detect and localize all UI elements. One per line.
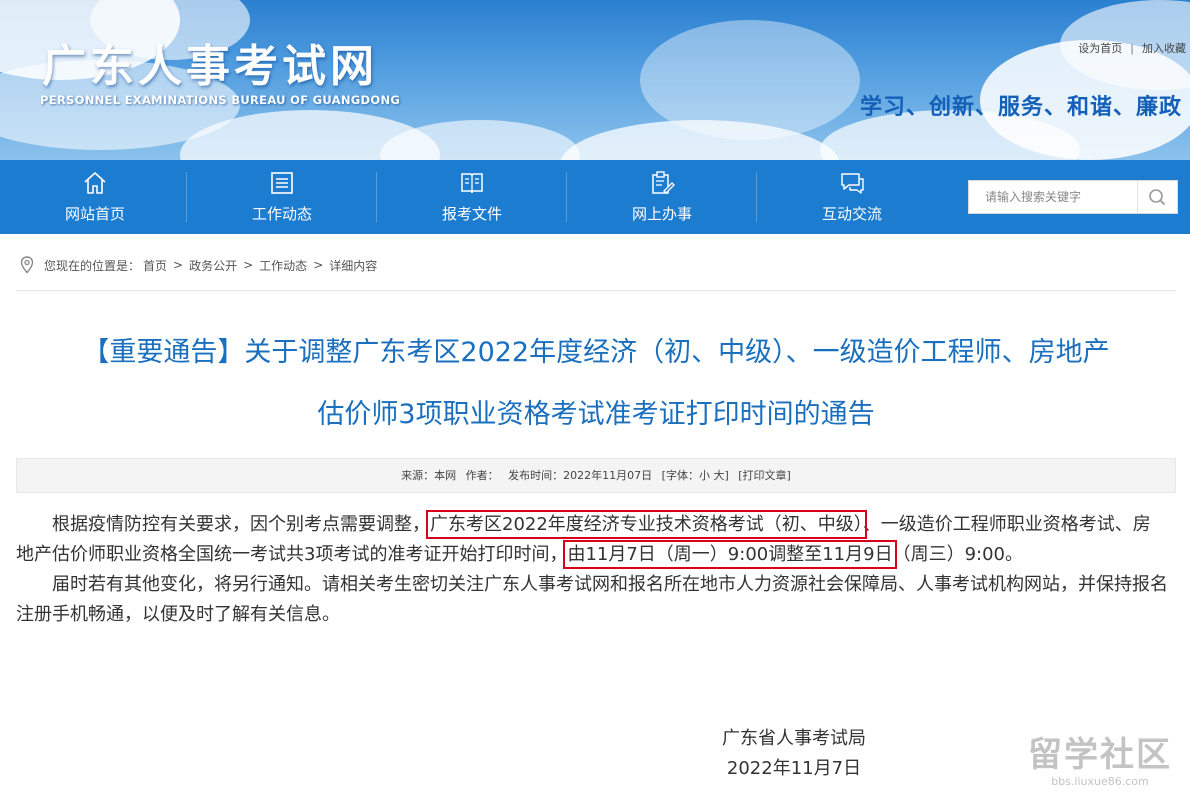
para1-text-c: （周三）9:00。: [892, 544, 1024, 565]
article-meta-bar: 来源：本网 作者： 发布时间：2022年11月07日 [字体：小 大] [打印文…: [16, 458, 1176, 493]
signature: 广东省人事考试局 2022年11月7日: [722, 724, 866, 784]
nav-label: 网上办事: [631, 205, 692, 223]
nav-label: 报考文件: [441, 205, 502, 223]
paragraph: 届时若有其他变化，将另行通知。请相关考生密切关注广东人事考试网和报名所在地市人力…: [16, 574, 1168, 625]
watermark: 留学社区 bbs.liuxue86.com: [1020, 735, 1180, 795]
signature-date: 2022年11月7日: [726, 758, 862, 779]
divider: [16, 290, 1176, 291]
breadcrumb-current: 详细内容: [329, 258, 378, 273]
breadcrumb: 您现在的位置是： 首页 > 政务公开 > 工作动态 > 详细内容: [20, 255, 380, 275]
highlight-exam-name: 广东考区2022年度经济专业技术资格考试（初、中级）: [426, 510, 867, 539]
paragraph: 根据疫情防控有关要求，因个别考点需要调整，广东考区2022年度经济专业技术资格考…: [16, 510, 1168, 570]
watermark-text: 留学社区: [1028, 735, 1172, 775]
clipboard-edit-icon: [652, 171, 675, 194]
nav-label: 工作动态: [251, 205, 312, 223]
article-title-line1: 【重要通告】关于调整广东考区2022年度经济（初、中级）、一级造价工程师、房地产: [82, 337, 1110, 368]
highlight-time-change: 由11月7日（周一）9:00调整至11月9日: [563, 540, 897, 569]
article-body: 根据疫情防控有关要求，因个别考点需要调整，广东考区2022年度经济专业技术资格考…: [16, 510, 1168, 630]
search-icon: [1149, 189, 1165, 205]
header-banner: 广东人事考试网 PERSONNEL EXAMINATIONS BUREAU OF…: [0, 0, 1190, 160]
search-box: [968, 180, 1178, 214]
nav-item-work-news[interactable]: 工作动态: [187, 160, 377, 234]
meta-source: 来源：本网: [401, 469, 457, 482]
news-list-icon: [271, 172, 293, 194]
meta-author: 作者：: [465, 469, 499, 482]
top-links: 设为首页 | 加入收藏: [1078, 40, 1186, 56]
set-homepage-link[interactable]: 设为首页: [1078, 40, 1122, 56]
print-article-link[interactable]: [打印文章]: [738, 469, 791, 482]
article-title-line2: 估价师3项职业资格考试准考证打印时间的通告: [317, 399, 875, 430]
breadcrumb-work-news[interactable]: 工作动态: [259, 257, 307, 274]
nav-label: 互动交流: [821, 205, 882, 223]
home-icon: [84, 172, 106, 194]
search-input[interactable]: [969, 181, 1137, 213]
breadcrumb-home[interactable]: 首页: [143, 257, 167, 274]
breadcrumb-separator: >: [173, 258, 184, 272]
breadcrumb-gov-affairs[interactable]: 政务公开: [189, 257, 237, 274]
search-button[interactable]: [1137, 181, 1177, 213]
breadcrumb-separator: >: [313, 258, 324, 272]
nav-item-online-services[interactable]: 网上办事: [567, 160, 757, 234]
signature-org: 广东省人事考试局: [722, 728, 866, 749]
nav-label: 网站首页: [64, 205, 125, 223]
document-icon: [461, 173, 483, 194]
location-pin-icon: [20, 256, 34, 274]
meta-date: 发布时间：2022年11月07日: [508, 469, 653, 482]
watermark-url: bbs.liuxue86.com: [1051, 775, 1149, 788]
link-separator: |: [1130, 42, 1134, 55]
para1-text-a: 根据疫情防控有关要求，因个别考点需要调整，: [52, 514, 430, 535]
add-favorite-link[interactable]: 加入收藏: [1142, 40, 1186, 56]
chat-bubbles-icon: [841, 173, 864, 194]
slogan: 学习、创新、服务、和谐、廉政: [860, 95, 1183, 120]
article-title: 【重要通告】关于调整广东考区2022年度经济（初、中级）、一级造价工程师、房地产…: [16, 322, 1176, 446]
nav-item-exam-docs[interactable]: 报考文件: [377, 160, 567, 234]
nav-item-interaction[interactable]: 互动交流: [757, 160, 947, 234]
nav-item-home[interactable]: 网站首页: [0, 160, 190, 234]
font-size-toggle[interactable]: [字体：小 大]: [662, 469, 729, 482]
breadcrumb-separator: >: [243, 258, 254, 272]
breadcrumb-prefix: 您现在的位置是：: [44, 258, 141, 273]
site-subtitle: PERSONNEL EXAMINATIONS BUREAU OF GUANGDO…: [40, 93, 401, 107]
site-title[interactable]: 广东人事考试网: [42, 30, 378, 94]
